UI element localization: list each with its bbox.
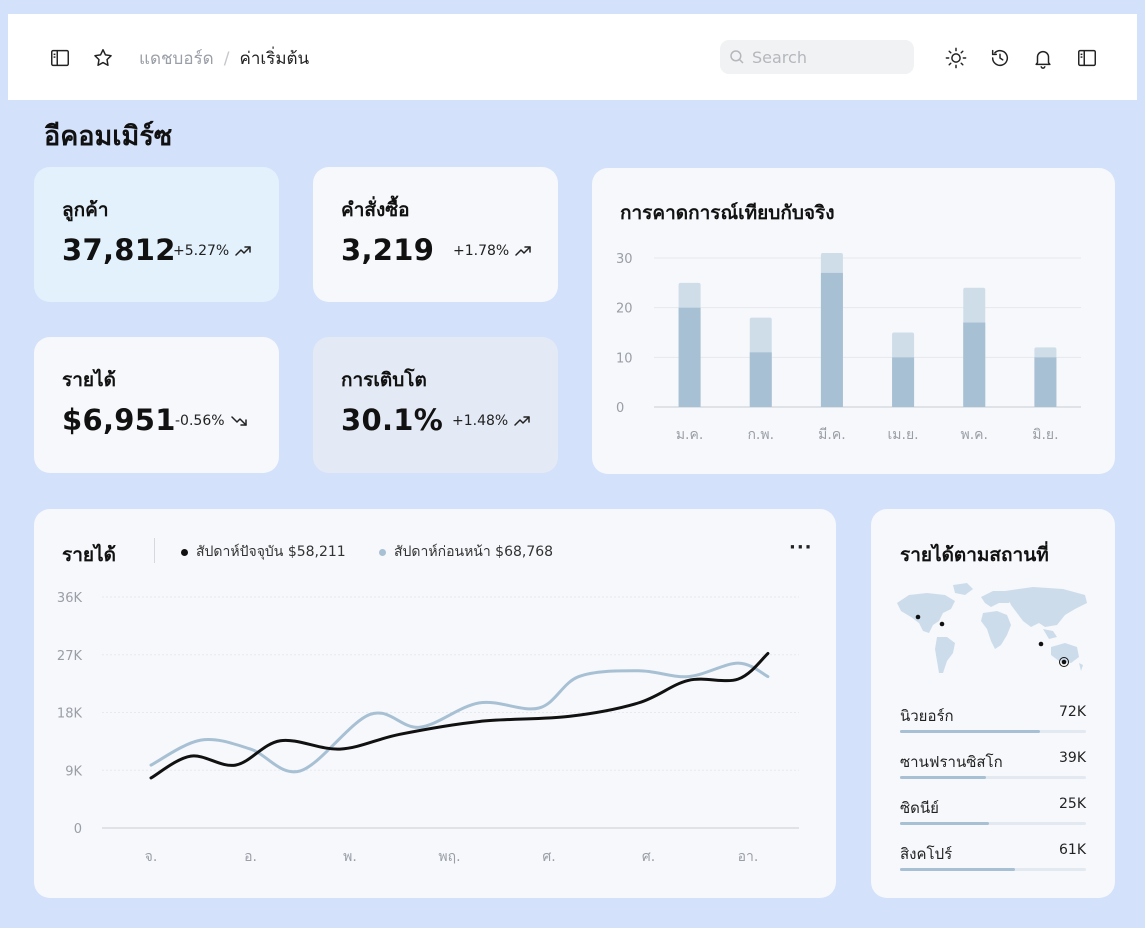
bell-icon[interactable] bbox=[1031, 46, 1055, 70]
x-tick-label: เม.ย. bbox=[888, 427, 919, 443]
location-bar-fill bbox=[900, 868, 1016, 871]
trend-up-icon bbox=[515, 246, 531, 256]
y-tick-label: 20 bbox=[616, 302, 633, 317]
location-value: 72K bbox=[1059, 704, 1086, 720]
y-tick-label: 0 bbox=[74, 822, 82, 837]
location-card: รายได้ตามสถานที่ นิวยอร์ก 72K ซานฟรานซิส… bbox=[871, 509, 1115, 898]
y-tick-label: 30 bbox=[616, 252, 633, 267]
page-title: อีคอมเมิร์ซ bbox=[44, 121, 173, 152]
x-tick-label: พฤ. bbox=[438, 849, 460, 865]
kpi-card-growth[interactable]: การเติบโต 30.1% +1.48% bbox=[313, 337, 558, 473]
x-tick-label: พ. bbox=[343, 849, 357, 865]
kpi-label: ลูกค้า bbox=[62, 199, 109, 221]
trend-up-icon bbox=[514, 416, 530, 426]
y-tick-label: 0 bbox=[616, 401, 624, 416]
y-tick-label: 18K bbox=[57, 707, 83, 722]
x-tick-label: พ.ค. bbox=[961, 427, 989, 443]
kpi-card-customers[interactable]: ลูกค้า 37,812 +5.27% bbox=[34, 167, 279, 302]
location-name: ซานฟรานซิสโก bbox=[900, 753, 1003, 771]
bar-actual[interactable] bbox=[820, 272, 843, 407]
kpi-change: +5.27% bbox=[173, 243, 251, 259]
x-tick-label: ศ. bbox=[542, 849, 555, 865]
theme-sun-icon[interactable] bbox=[944, 46, 968, 70]
kpi-change-text: +1.48% bbox=[452, 413, 509, 429]
bar-actual[interactable] bbox=[749, 352, 772, 407]
x-tick-label: มี.ค. bbox=[818, 427, 846, 443]
top-bar: แดชบอร์ด / ค่าเริ่มต้น bbox=[8, 14, 1137, 100]
kpi-change-text: +1.78% bbox=[453, 243, 510, 259]
kpi-change-text: +5.27% bbox=[173, 243, 230, 259]
location-bar-fill bbox=[900, 776, 986, 779]
search-icon bbox=[730, 50, 744, 64]
kpi-card-orders[interactable]: คำสั่งซื้อ 3,219 +1.78% bbox=[313, 167, 558, 302]
kpi-label: คำสั่งซื้อ bbox=[341, 199, 410, 221]
kpi-value: 37,812 bbox=[62, 233, 176, 267]
bar-actual[interactable] bbox=[678, 307, 701, 407]
kpi-card-revenue[interactable]: รายได้ $6,951 -0.56% bbox=[34, 337, 279, 473]
x-tick-label: อา. bbox=[738, 849, 759, 865]
bar-actual[interactable] bbox=[892, 357, 915, 407]
location-value: 61K bbox=[1059, 842, 1086, 858]
forecast-bar-chart: 0 10 20 30 ม.ค. ก.พ. มี.ค. เม.ย. พ.ค. มิ.ย. bbox=[616, 252, 1081, 443]
trend-down-icon bbox=[230, 416, 247, 426]
y-tick-label: 27K bbox=[57, 649, 83, 664]
kpi-label: การเติบโต bbox=[341, 369, 427, 391]
kpi-change: -0.56% bbox=[175, 413, 247, 429]
location-value: 39K bbox=[1059, 750, 1086, 766]
kpi-change-text: -0.56% bbox=[175, 413, 225, 429]
location-name: นิวยอร์ก bbox=[900, 707, 954, 725]
trend-up-icon bbox=[235, 246, 251, 256]
search-box[interactable] bbox=[720, 40, 914, 74]
bar-actual[interactable] bbox=[963, 322, 986, 407]
history-icon[interactable] bbox=[988, 46, 1012, 70]
location-dot bbox=[1061, 659, 1067, 665]
forecast-card: การคาดการณ์เทียบกับจริง 0 10 20 30 ม.ค. ก.พ. ม… bbox=[592, 168, 1115, 474]
kpi-value: $6,951 bbox=[62, 403, 176, 437]
breadcrumb-separator: / bbox=[223, 48, 230, 69]
revenue-line-chart: 0 9K 18K 27K 36K จ. อ. พ. พฤ. ศ. ศ. อา. bbox=[57, 591, 799, 865]
x-tick-label: ก.พ. bbox=[747, 427, 774, 443]
breadcrumb-default[interactable]: ค่าเริ่มต้น bbox=[239, 45, 309, 72]
series-line-previous-week[interactable] bbox=[149, 661, 770, 774]
location-dot bbox=[1038, 641, 1044, 647]
location-bar-track bbox=[900, 776, 1086, 779]
series-line-current-week[interactable] bbox=[149, 651, 770, 780]
x-tick-label: อ. bbox=[244, 849, 257, 865]
kpi-label: รายได้ bbox=[62, 369, 116, 391]
location-bar-track bbox=[900, 868, 1086, 871]
location-bar-fill bbox=[900, 730, 1040, 733]
breadcrumb: แดชบอร์ด / ค่าเริ่มต้น bbox=[139, 45, 309, 72]
x-tick-label: ม.ค. bbox=[676, 427, 704, 443]
x-tick-label: มิ.ย. bbox=[1032, 427, 1058, 443]
world-map bbox=[897, 583, 1087, 673]
search-input[interactable] bbox=[752, 47, 902, 67]
kpi-value: 30.1% bbox=[341, 403, 444, 437]
revenue-chart-card: รายได้ สัปดาห์ปัจจุบัน $58,211 สัปดาห์ก่… bbox=[34, 509, 836, 898]
bar-actual[interactable] bbox=[1034, 357, 1057, 407]
x-tick-label: ศ. bbox=[642, 849, 655, 865]
kpi-value: 3,219 bbox=[341, 233, 435, 267]
kpi-change: +1.78% bbox=[453, 243, 531, 259]
location-bar-track bbox=[900, 822, 1086, 825]
breadcrumb-dashboard[interactable]: แดชบอร์ด bbox=[139, 45, 214, 72]
location-name: ซิดนีย์ bbox=[900, 799, 939, 817]
panel-toggle-icon[interactable] bbox=[1075, 46, 1099, 70]
location-bar-fill bbox=[900, 822, 990, 825]
location-title: รายได้ตามสถานที่ bbox=[900, 544, 1049, 566]
location-dot bbox=[939, 621, 945, 627]
location-dot bbox=[915, 614, 921, 620]
y-tick-label: 36K bbox=[57, 591, 83, 606]
location-name: สิงคโปร์ bbox=[900, 845, 953, 863]
location-value: 25K bbox=[1059, 796, 1086, 812]
location-bar-track bbox=[900, 730, 1086, 733]
kpi-change: +1.48% bbox=[452, 413, 530, 429]
y-tick-label: 9K bbox=[65, 764, 82, 779]
x-tick-label: จ. bbox=[145, 849, 158, 865]
sidebar-toggle-icon[interactable] bbox=[48, 46, 72, 70]
y-tick-label: 10 bbox=[616, 351, 633, 366]
star-icon[interactable] bbox=[91, 46, 115, 70]
